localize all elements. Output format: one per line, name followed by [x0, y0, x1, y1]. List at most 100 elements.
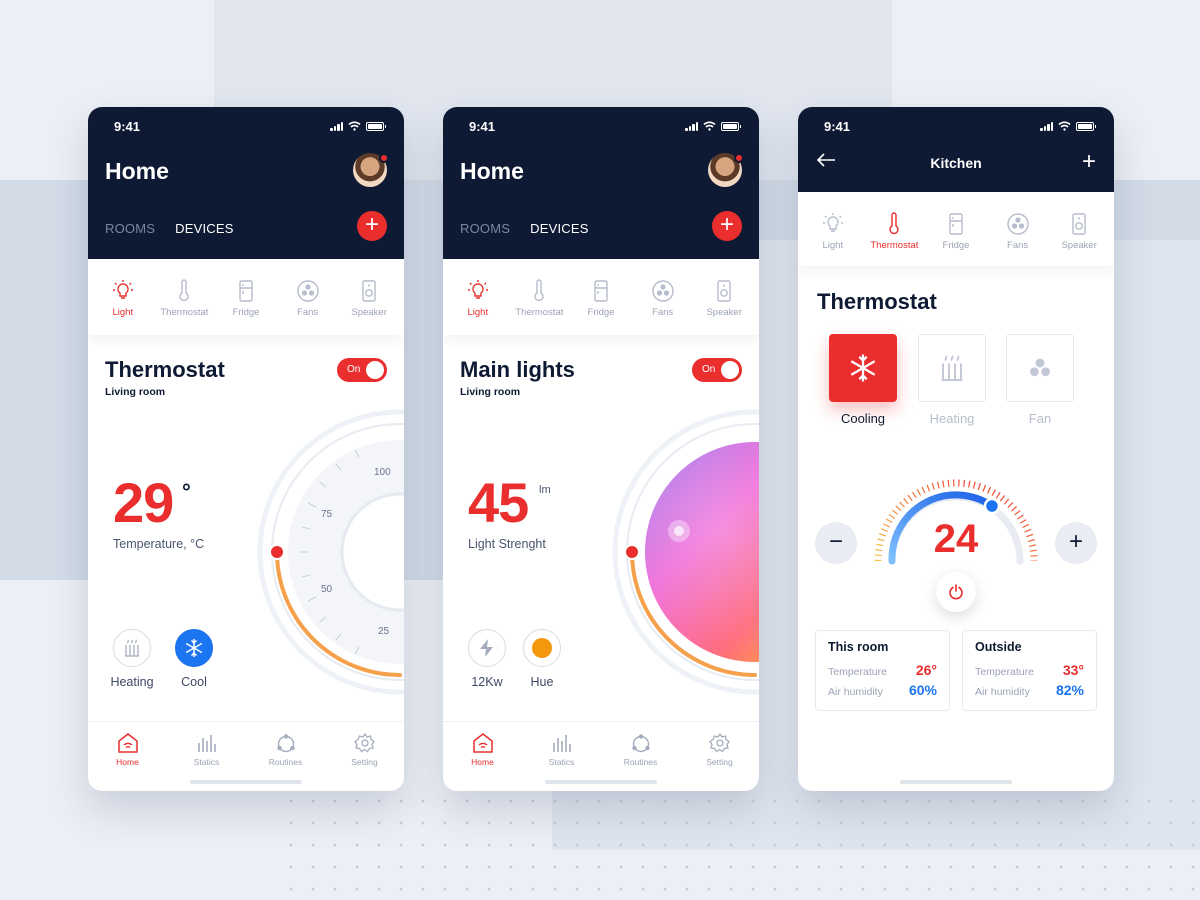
notification-dot	[379, 153, 389, 163]
chart-icon	[197, 735, 216, 752]
mode-heating-button[interactable]: Heating	[918, 334, 986, 426]
mode-heating-button[interactable]: Heating	[102, 629, 162, 689]
add-button[interactable]: +	[712, 211, 742, 241]
add-button[interactable]: +	[1082, 148, 1096, 176]
bulb-icon	[467, 280, 488, 299]
device-light[interactable]: Light	[450, 279, 506, 335]
speaker-icon	[362, 280, 376, 302]
tab-label: Home	[471, 757, 494, 767]
mode-cooling-button[interactable]: Cooling	[829, 334, 897, 426]
tab-rooms[interactable]: ROOMS	[460, 221, 510, 236]
status-time: 9:41	[469, 118, 496, 134]
mode-cool-button[interactable]: Cool	[164, 629, 224, 689]
light-caption: Light Strenght	[468, 537, 546, 551]
device-thermostat[interactable]: Thermostat	[156, 279, 212, 335]
device-fridge[interactable]: Fridge	[573, 279, 629, 335]
device-speaker[interactable]: Speaker	[696, 279, 752, 335]
device-fridge[interactable]: Fridge	[928, 212, 984, 266]
tab-label: Routines	[623, 757, 658, 767]
avatar[interactable]	[353, 153, 389, 187]
device-label: Light	[467, 307, 489, 318]
hue-button[interactable]: Hue	[512, 629, 572, 689]
speaker-icon	[1072, 213, 1086, 235]
add-button[interactable]: +	[357, 211, 387, 241]
card-subtitle: Living room	[105, 386, 166, 398]
routines-icon	[276, 734, 295, 753]
snowflake-icon	[850, 354, 876, 382]
device-fridge[interactable]: Fridge	[218, 279, 274, 335]
temperature-caption: Temperature, °C	[113, 537, 205, 551]
signal-icon	[330, 121, 343, 131]
device-thermostat[interactable]: Thermostat	[511, 279, 567, 335]
page-title: Kitchen	[930, 155, 982, 171]
humidity-value: 82%	[1055, 682, 1084, 698]
device-speaker[interactable]: Speaker	[341, 279, 397, 335]
page-title: Home	[105, 158, 169, 184]
tab-home[interactable]: Home	[453, 732, 513, 791]
home-indicator	[900, 780, 1012, 784]
mode-label: Fan	[1028, 411, 1052, 426]
status-time: 9:41	[824, 118, 851, 134]
card-title: Thermostat	[105, 357, 225, 382]
app-header: 9:41 Kitchen +	[798, 107, 1114, 192]
dial-tick-label: 50	[321, 584, 333, 595]
tab-setting[interactable]: Setting	[690, 732, 750, 791]
avatar[interactable]	[708, 153, 744, 187]
tab-devices[interactable]: DEVICES	[175, 221, 233, 236]
card-title: This room	[828, 640, 889, 654]
device-speaker[interactable]: Speaker	[1051, 212, 1107, 266]
battery-icon	[721, 121, 741, 131]
page-title: Home	[460, 158, 524, 184]
power-toggle[interactable]: On	[337, 358, 387, 382]
power-button[interactable]	[936, 572, 976, 612]
humidity-label: Air humidity	[975, 686, 1030, 698]
device-bar: Light Thermostat Fridge Fans Speaker	[798, 192, 1114, 266]
card-title: Main lights	[460, 357, 575, 382]
fan-icon	[651, 280, 674, 302]
tab-label: Home	[116, 757, 139, 767]
signal-icon	[685, 121, 698, 131]
thermometer-icon	[889, 212, 900, 235]
device-label: Fridge	[942, 240, 970, 251]
device-label: Light	[112, 307, 134, 318]
device-thermostat[interactable]: Thermostat	[866, 212, 922, 266]
temperature-value: 29	[113, 471, 174, 534]
wifi-icon	[348, 121, 361, 131]
power-toggle[interactable]: On	[692, 358, 742, 382]
tab-rooms[interactable]: ROOMS	[105, 221, 155, 236]
fan-icon	[1006, 213, 1029, 235]
device-label: Thermostat	[160, 307, 209, 318]
thermometer-icon	[179, 279, 190, 302]
device-fans[interactable]: Fans	[280, 279, 336, 335]
outside-card: Outside Temperature 33° Air humidity 82%	[962, 630, 1097, 711]
tab-label: Routines	[268, 757, 303, 767]
device-light[interactable]: Light	[805, 212, 861, 266]
tab-home[interactable]: Home	[98, 732, 158, 791]
device-fans[interactable]: Fans	[635, 279, 691, 335]
tab-setting[interactable]: Setting	[335, 732, 395, 791]
device-label: Fans	[297, 307, 319, 318]
wifi-icon	[703, 121, 716, 131]
battery-icon	[1076, 121, 1096, 131]
gear-icon	[353, 732, 375, 753]
device-light[interactable]: Light	[95, 279, 151, 335]
thermometer-icon	[534, 279, 545, 302]
card-title: Outside	[975, 640, 1022, 654]
device-fans[interactable]: Fans	[990, 212, 1046, 266]
status-time: 9:41	[114, 118, 141, 134]
device-bar: Light Thermostat Fridge Fans Speaker	[88, 259, 404, 335]
phone-kitchen-screen: 9:41 Kitchen + Light Thermostat Fridge F…	[798, 107, 1114, 791]
dial-tick-label: 75	[321, 509, 333, 520]
power-usage-button[interactable]: 12Kw	[457, 629, 517, 689]
speaker-icon	[717, 280, 731, 302]
mode-fan-button[interactable]: Fan	[1006, 334, 1074, 426]
bulb-icon	[112, 280, 133, 299]
fridge-icon	[949, 213, 963, 235]
humidity-value: 60%	[908, 682, 937, 698]
tab-devices[interactable]: DEVICES	[530, 221, 588, 236]
phone-lights-screen: 9:41 Home ROOMS DEVICES + Light Thermost…	[443, 107, 759, 791]
mode-label: Cooling	[840, 411, 886, 426]
device-label: Thermostat	[515, 307, 564, 318]
light-value: 45	[468, 471, 529, 534]
device-label: Fans	[652, 307, 674, 318]
